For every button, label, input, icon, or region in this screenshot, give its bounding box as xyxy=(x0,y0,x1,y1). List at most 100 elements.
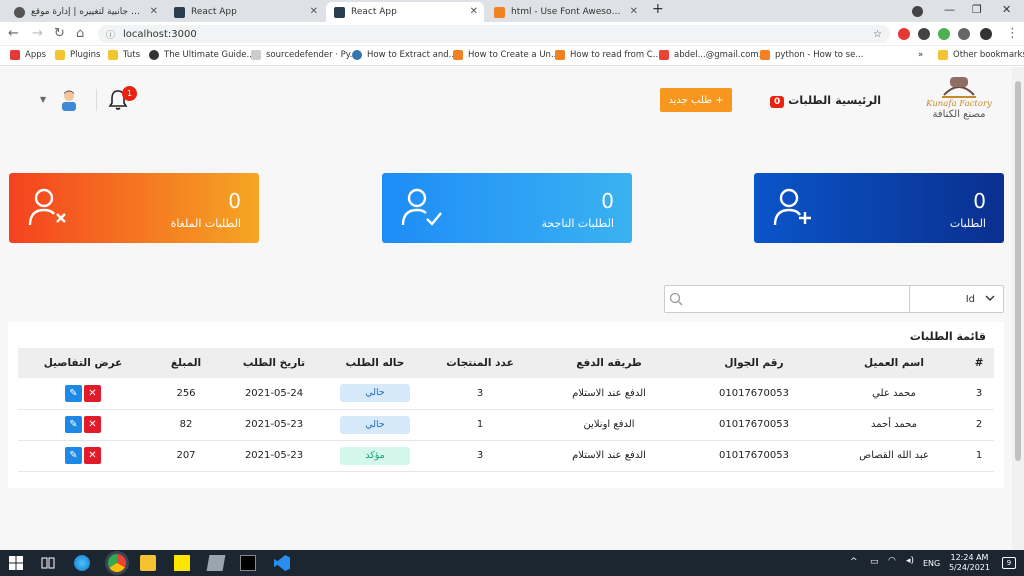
page-scrollbar[interactable] xyxy=(1012,67,1024,550)
column-header-products: عدد المنتجات xyxy=(426,348,534,378)
network-icon[interactable]: ▭ xyxy=(870,557,879,567)
search-input[interactable] xyxy=(665,286,909,312)
delete-button[interactable]: ✕ xyxy=(84,416,101,433)
close-icon[interactable]: ✕ xyxy=(310,6,318,17)
bookmark-guide[interactable]: The Ultimate Guide... xyxy=(149,50,255,60)
delete-button[interactable]: ✕ xyxy=(84,447,101,464)
nav-orders-label: الطلبات xyxy=(788,94,832,107)
bookmark-label: Other bookmarks xyxy=(953,50,1024,60)
table-header-row: # اسم العميل رقم الجوال طريقه الدفع عدد … xyxy=(18,348,994,378)
edge-icon[interactable] xyxy=(74,555,90,571)
bookmark-read[interactable]: How to read from C... xyxy=(555,50,661,60)
task-view-icon[interactable] xyxy=(40,555,56,571)
reload-button[interactable]: ↻ xyxy=(54,26,65,41)
notification-center-icon[interactable]: 9 xyxy=(1002,557,1016,569)
file-explorer-icon[interactable] xyxy=(140,555,156,571)
home-button[interactable]: ⌂ xyxy=(76,26,84,41)
user-avatar-icon[interactable] xyxy=(60,89,78,111)
minimize-button[interactable]: — xyxy=(944,3,955,16)
browser-tab-3[interactable]: React App ✕ xyxy=(326,2,484,22)
close-icon[interactable]: ✕ xyxy=(470,6,478,17)
kunafa-logo[interactable]: Kunafa Factory مصنع الكنافة xyxy=(918,73,1000,129)
adblock-icon[interactable] xyxy=(898,28,910,40)
close-icon[interactable]: ✕ xyxy=(150,6,158,17)
close-icon[interactable]: ✕ xyxy=(630,6,638,17)
eyedropper-icon[interactable] xyxy=(918,28,930,40)
sticky-notes-icon[interactable] xyxy=(174,555,190,571)
chevron-down-icon[interactable]: ▼ xyxy=(40,95,46,104)
bookmark-star-icon[interactable]: ☆ xyxy=(873,29,882,40)
bookmarks-more[interactable]: » xyxy=(918,50,923,60)
menu-icon[interactable]: ⋮ xyxy=(1006,26,1019,41)
bookmark-sourcedefender[interactable]: sourcedefender · Py... xyxy=(251,50,358,60)
orders-panel: قائمة الطلبات # اسم العميل رقم الجوال طر… xyxy=(8,322,1004,488)
chevron-down-icon xyxy=(985,295,995,301)
edit-button[interactable]: ✎ xyxy=(65,416,82,433)
terminal-icon[interactable] xyxy=(240,555,256,571)
bookmark-label: The Ultimate Guide... xyxy=(164,50,255,60)
vscode-icon[interactable] xyxy=(274,555,290,571)
card-label: الطلبات الناجحة xyxy=(541,217,614,230)
edit-button[interactable]: ✎ xyxy=(65,447,82,464)
new-order-button[interactable]: طلب جديد + xyxy=(660,88,732,112)
forward-button[interactable]: → xyxy=(32,26,43,41)
profile-avatar[interactable] xyxy=(980,28,992,40)
wifi-icon[interactable]: ◠ xyxy=(888,556,896,566)
extension-icon[interactable] xyxy=(938,28,950,40)
user-plus-icon xyxy=(773,188,811,226)
tab-search-icon[interactable] xyxy=(912,6,923,17)
volume-icon[interactable]: ◂) xyxy=(906,556,914,566)
card-value: 0 xyxy=(601,189,614,213)
tray-chevron-icon[interactable]: ^ xyxy=(850,557,858,567)
bookmark-apps[interactable]: Apps xyxy=(10,50,46,60)
close-window-button[interactable]: ✕ xyxy=(1002,3,1011,16)
browser-tab-2[interactable]: React App ✕ xyxy=(166,2,324,22)
language-indicator[interactable]: ENG xyxy=(923,559,940,568)
other-bookmarks[interactable]: Other bookmarks xyxy=(938,50,1024,60)
info-icon[interactable]: ⓘ xyxy=(106,28,115,41)
search-field-select[interactable]: Id xyxy=(909,286,1003,312)
windows-start-icon[interactable] xyxy=(8,555,24,571)
cell-phone: 01017670053 xyxy=(684,378,824,410)
github-icon xyxy=(149,50,159,60)
bookmark-python[interactable]: python - How to se... xyxy=(760,50,863,60)
scrollbar-thumb[interactable] xyxy=(1015,81,1021,461)
user-check-icon xyxy=(401,188,442,226)
system-clock[interactable]: 12:24 AM 5/24/2021 xyxy=(949,553,990,573)
cell-customer: محمد أحمد xyxy=(824,409,964,441)
nav-home-link[interactable]: الرئيسية xyxy=(835,94,881,107)
bookmark-extract[interactable]: How to Extract and... xyxy=(352,50,457,60)
react-icon xyxy=(334,6,345,18)
cell-products: 1 xyxy=(426,409,534,441)
browser-tab-4[interactable]: html - Use Font Awesome Icon in ✕ xyxy=(486,2,644,22)
edit-button[interactable]: ✎ xyxy=(65,384,82,402)
column-header-payment: طريقه الدفع xyxy=(534,348,684,378)
bookmark-gmail[interactable]: abdel...@gmail.com... xyxy=(659,50,767,60)
stackoverflow-icon xyxy=(494,6,505,18)
status-badge: مؤكد xyxy=(340,446,410,465)
cell-actions: ✕✎ xyxy=(18,378,148,410)
card-successful-orders: 0 الطلبات الناجحة xyxy=(382,173,632,243)
search-field-value: Id xyxy=(965,293,975,305)
stackoverflow-icon xyxy=(555,50,565,60)
app-page: Kunafa Factory مصنع الكنافة الرئيسية 0 ال… xyxy=(0,67,1012,550)
bookmark-label: How to Create a Un... xyxy=(468,50,560,60)
puzzle-icon[interactable] xyxy=(958,28,970,40)
new-tab-button[interactable]: + xyxy=(652,1,664,17)
bookmarks-bar: Apps Plugins Tuts The Ultimate Guide... … xyxy=(0,46,1024,66)
delete-button[interactable]: ✕ xyxy=(84,384,101,402)
address-bar[interactable]: ⓘ localhost:3000 ☆ xyxy=(98,25,890,43)
clock-time: 12:24 AM xyxy=(950,553,989,562)
notepad-icon[interactable] xyxy=(206,555,226,571)
nav-orders-link[interactable]: 0 الطلبات xyxy=(770,94,831,108)
back-button[interactable]: ← xyxy=(8,26,19,41)
chrome-icon[interactable] xyxy=(108,554,126,572)
notification-count-badge: 1 xyxy=(122,86,137,101)
bookmark-plugins[interactable]: Plugins xyxy=(55,50,100,60)
column-header-status: حاله الطلب xyxy=(324,348,426,378)
bookmark-label: Tuts xyxy=(123,50,141,60)
maximize-button[interactable]: ❐ xyxy=(972,3,982,16)
bookmark-create[interactable]: How to Create a Un... xyxy=(453,50,559,60)
browser-tab-1[interactable]: اختر إضافة جانبية لتغييره | إدارة موقع ✕ xyxy=(6,2,164,22)
bookmark-tuts[interactable]: Tuts xyxy=(108,50,140,60)
